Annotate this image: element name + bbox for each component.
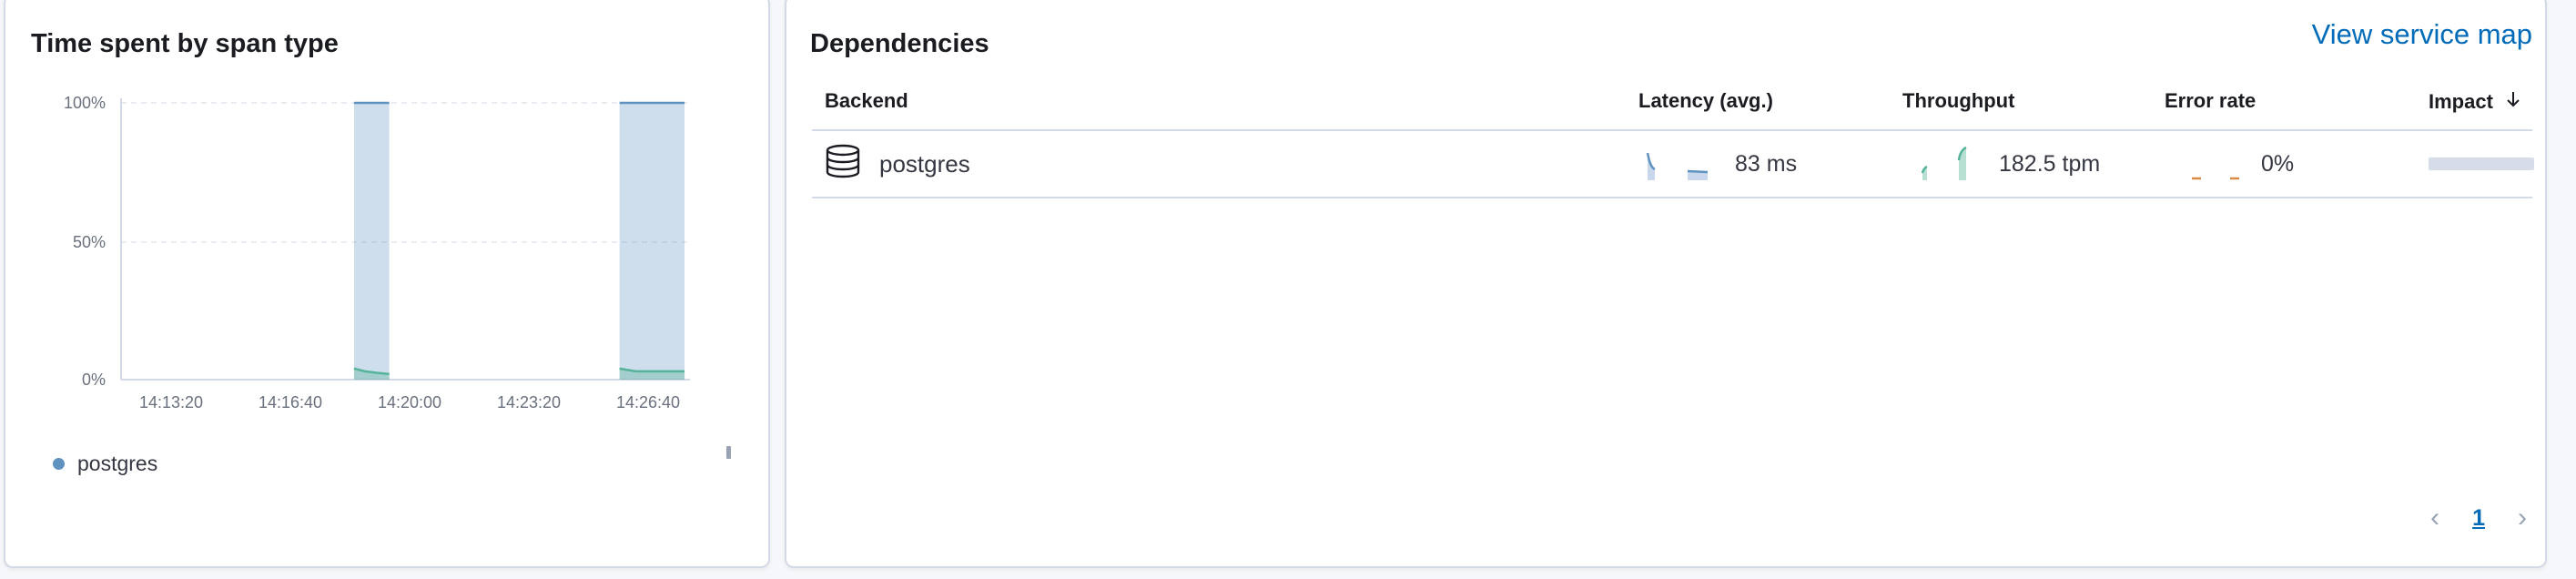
y-tick-label: 100% [64, 94, 106, 112]
pagination: ‹ 1 › [2430, 503, 2527, 533]
column-header-latency[interactable]: Latency (avg.) [1638, 89, 1773, 113]
series-area-postgres-2 [619, 103, 685, 380]
throughput-sparkline [1921, 146, 1967, 180]
y-tick-label: 50% [73, 233, 106, 251]
database-icon [825, 143, 861, 186]
chevron-right-icon[interactable]: › [2518, 503, 2527, 533]
error-rate-value: 0% [2261, 150, 2295, 177]
legend-label-postgres[interactable]: postgres [77, 452, 157, 476]
error-rate-cell: 0% [2165, 131, 2294, 197]
arrow-down-icon [2504, 89, 2522, 115]
impact-bar [2429, 157, 2534, 170]
y-axis-ticks: 100% 50% 0% [64, 94, 106, 389]
column-header-impact[interactable]: Impact [2429, 89, 2522, 115]
x-tick-label: 14:26:40 [616, 393, 680, 411]
dependencies-panel: Dependencies View service map Backend La… [785, 0, 2547, 568]
latency-sparkline [1646, 152, 1709, 180]
view-service-map-link[interactable]: View service map [2312, 18, 2532, 51]
backend-link-postgres[interactable]: postgres [879, 150, 970, 178]
latency-value: 83 ms [1735, 150, 1798, 177]
impact-bar-fill [2429, 157, 2534, 170]
x-tick-label: 14:23:20 [497, 393, 561, 411]
column-header-impact-label: Impact [2429, 90, 2493, 113]
throughput-cell: 182.5 tpm [1902, 131, 2100, 197]
throughput-value: 182.5 tpm [1999, 150, 2101, 177]
x-tick-label: 14:20:00 [378, 393, 441, 411]
series-area-postgres-0 [353, 103, 390, 380]
x-tick-label: 14:16:40 [259, 393, 322, 411]
table-row[interactable]: postgres 83 ms 182.5 tpm 0% [812, 131, 2534, 198]
dependencies-title: Dependencies [810, 29, 989, 58]
latency-cell: 83 ms [1638, 131, 1797, 197]
x-tick-label: 14:13:20 [139, 393, 203, 411]
chart-legend[interactable]: postgres [53, 452, 157, 476]
legend-scrollbar[interactable] [726, 446, 731, 459]
column-header-error-rate[interactable]: Error rate [2165, 89, 2256, 113]
dependencies-table-header: Backend Latency (avg.) Throughput Error … [812, 78, 2532, 131]
impact-cell [2429, 131, 2534, 197]
column-header-throughput[interactable]: Throughput [1902, 89, 2014, 113]
legend-dot-postgres [53, 458, 65, 470]
backend-cell: postgres [825, 131, 970, 197]
time-spent-chart: 100% 50% 0% 14:13:20 14:16:40 14:20:00 1… [64, 94, 690, 411]
chevron-left-icon[interactable]: ‹ [2430, 503, 2439, 533]
error-rate-sparkline [2192, 177, 2239, 180]
page-number-current[interactable]: 1 [2472, 505, 2485, 532]
time-spent-panel: Time spent by span type 100% 50% 0% 14:1… [4, 0, 770, 568]
chart-gridlines [120, 98, 690, 381]
column-header-backend[interactable]: Backend [825, 89, 908, 113]
y-tick-label: 0% [82, 371, 106, 389]
x-axis-ticks: 14:13:20 14:16:40 14:20:00 14:23:20 14:2… [139, 393, 680, 411]
